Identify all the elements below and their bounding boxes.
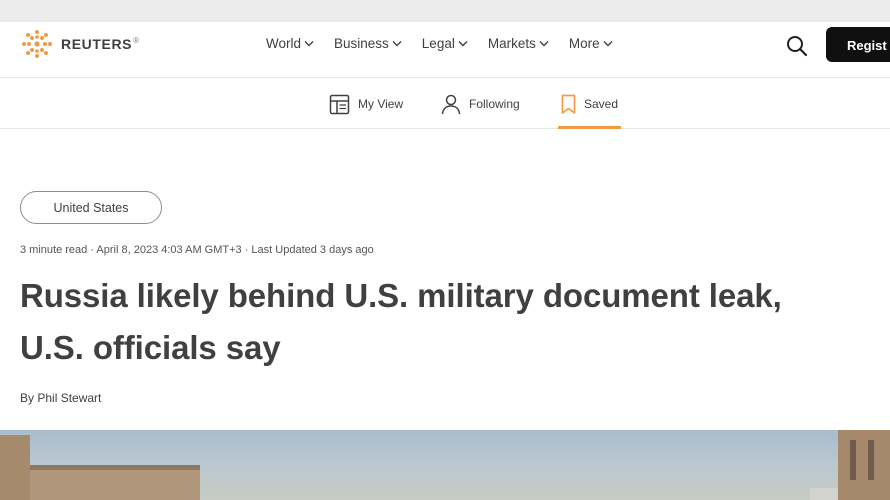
article-title: Russia likely behind U.S. military docum… — [20, 270, 890, 374]
brand-registered-mark: ® — [133, 36, 140, 46]
site-header: REUTERS® World Business Legal Markets Mo… — [0, 22, 890, 78]
image-building-left — [0, 435, 30, 500]
reuters-logo-icon — [22, 30, 52, 58]
search-button[interactable] — [785, 34, 809, 58]
register-button[interactable]: Regist — [826, 27, 890, 62]
nav-item-markets[interactable]: Markets — [488, 36, 549, 51]
article-header: United States 3 minute read · April 8, 2… — [0, 130, 890, 430]
chevron-down-icon — [458, 41, 468, 47]
chevron-down-icon — [539, 41, 549, 47]
nav-item-world[interactable]: World — [266, 36, 314, 51]
image-building-left-wing — [30, 465, 200, 500]
image-building-window — [868, 440, 874, 480]
personal-nav: My View Following Saved — [0, 79, 890, 129]
tab-saved-label: Saved — [584, 97, 619, 111]
image-building-right — [838, 430, 890, 500]
chevron-down-icon — [392, 41, 402, 47]
lead-image — [0, 430, 890, 500]
tab-saved[interactable]: Saved — [557, 79, 622, 129]
article-meta: 3 minute read · April 8, 2023 4:03 AM GM… — [20, 244, 374, 256]
bookmark-icon — [561, 94, 576, 114]
byline: By Phil Stewart — [20, 391, 101, 405]
article-title-line-2: U.S. officials say — [20, 329, 281, 366]
tab-following-label: Following — [469, 97, 520, 111]
tab-my-view-label: My View — [358, 97, 404, 111]
tab-my-view[interactable]: My View — [329, 79, 403, 129]
nav-item-label: Markets — [487, 36, 536, 51]
byline-prefix: By — [20, 391, 38, 405]
image-building-window — [850, 440, 856, 480]
article-title-line-1: Russia likely behind U.S. military docum… — [20, 277, 782, 314]
browser-top-strip — [0, 0, 890, 22]
nav-item-business[interactable]: Business — [334, 36, 402, 51]
search-icon — [787, 36, 808, 57]
reuters-logo[interactable]: REUTERS® — [20, 30, 140, 58]
nav-item-label: Business — [334, 36, 389, 51]
image-building-left-roofline — [30, 465, 200, 470]
author-link[interactable]: Phil Stewart — [37, 391, 101, 405]
tab-following[interactable]: Following — [441, 79, 520, 129]
section-tag[interactable]: United States — [20, 191, 162, 224]
image-building-right-annex — [810, 488, 838, 500]
brand-name: REUTERS® — [61, 36, 140, 52]
main-nav: World Business Legal Markets More — [266, 36, 633, 51]
nav-item-legal[interactable]: Legal — [422, 36, 468, 51]
nav-item-label: Legal — [421, 36, 455, 51]
nav-item-more[interactable]: More — [569, 36, 613, 51]
nav-item-label: More — [568, 36, 600, 51]
chevron-down-icon — [304, 41, 314, 47]
nav-item-label: World — [266, 36, 302, 51]
chevron-down-icon — [603, 41, 613, 47]
person-icon — [441, 94, 461, 114]
layout-icon — [329, 94, 350, 114]
